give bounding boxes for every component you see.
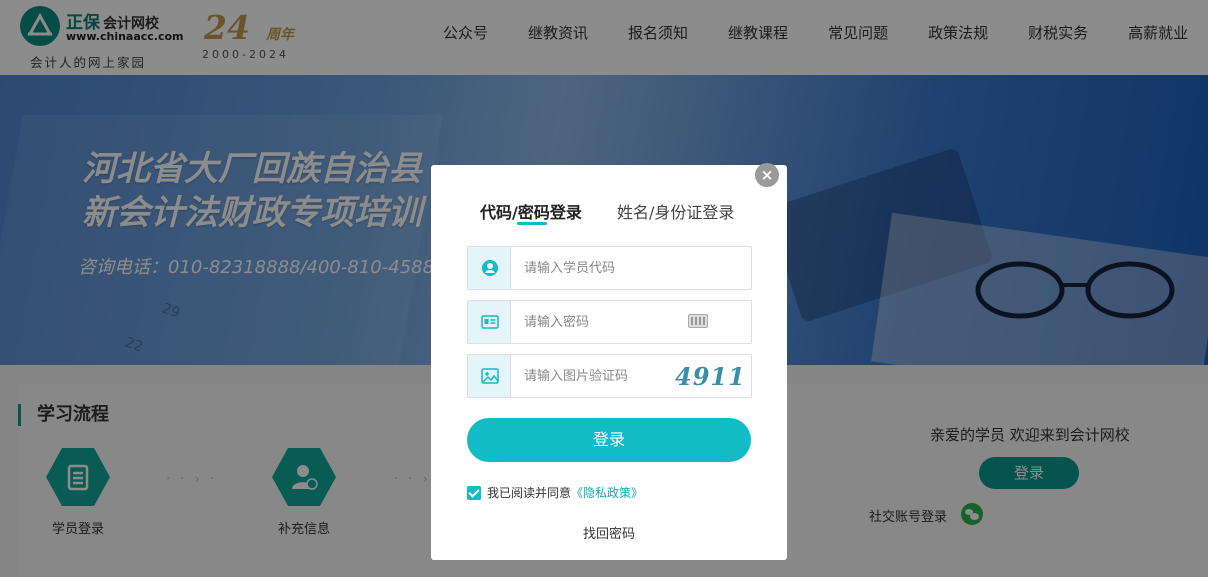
forgot-password-link[interactable]: 找回密码	[431, 523, 787, 542]
login-modal: 代码/密码登录 姓名/身份证登录 4911 登录 我已阅读并同意《隐私政策》 找…	[431, 165, 787, 560]
captcha-input[interactable]	[524, 366, 664, 386]
password-field	[467, 300, 752, 344]
user-icon	[468, 247, 511, 289]
tab-name-idcard[interactable]: 姓名/身份证登录	[617, 199, 734, 223]
tab-code-password[interactable]: 代码/密码登录	[480, 199, 582, 223]
agree-checkbox[interactable]	[467, 485, 481, 500]
captcha-field: 4911	[467, 354, 752, 398]
privacy-agreement: 我已阅读并同意《隐私政策》	[467, 484, 643, 500]
tab-active-indicator	[517, 222, 547, 225]
close-icon[interactable]: ×	[755, 163, 779, 187]
keyboard-icon[interactable]	[688, 314, 708, 328]
login-button[interactable]: 登录	[467, 418, 751, 462]
student-code-input[interactable]	[524, 258, 684, 278]
password-input[interactable]	[524, 312, 684, 332]
captcha-image[interactable]: 4911	[675, 362, 746, 391]
agree-text: 我已阅读并同意	[487, 486, 572, 500]
id-card-icon	[468, 301, 511, 343]
student-code-field	[467, 246, 752, 290]
privacy-policy-link[interactable]: 《隐私政策》	[571, 486, 643, 500]
image-icon	[468, 355, 511, 397]
